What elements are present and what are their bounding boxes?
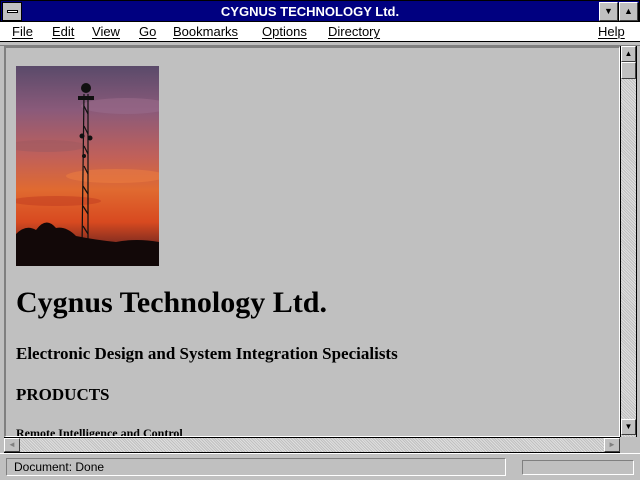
vertical-scrollbar[interactable]: ▲ ▼	[620, 46, 637, 437]
title-bar: CYGNUS TECHNOLOGY Ltd. ▼ ▲	[0, 0, 640, 22]
menu-edit[interactable]: Edit	[50, 23, 76, 41]
products-subheading: Remote Intelligence and Control	[16, 426, 183, 437]
page-title: Cygnus Technology Ltd.	[16, 286, 327, 319]
tower-photo	[16, 66, 159, 266]
scroll-right-icon[interactable]: ►	[604, 438, 620, 452]
scroll-up-icon[interactable]: ▲	[621, 46, 636, 62]
menu-view[interactable]: View	[90, 23, 122, 41]
maximize-icon[interactable]: ▲	[619, 2, 638, 21]
scroll-left-icon[interactable]: ◄	[4, 438, 20, 452]
menu-help[interactable]: Help	[596, 23, 627, 41]
minimize-icon[interactable]: ▼	[599, 2, 618, 21]
menu-go[interactable]: Go	[137, 23, 158, 41]
status-bar: Document: Done	[0, 453, 640, 480]
window-title: CYGNUS TECHNOLOGY Ltd.	[220, 4, 400, 19]
menu-directory[interactable]: Directory	[326, 23, 382, 41]
menu-options[interactable]: Options	[260, 23, 309, 41]
menu-bookmarks[interactable]: Bookmarks	[171, 23, 240, 41]
status-text: Document: Done	[6, 458, 506, 476]
document-view: Cygnus Technology Ltd. Electronic Design…	[4, 46, 620, 437]
status-progress-bar	[522, 460, 634, 475]
vertical-scroll-thumb[interactable]	[621, 62, 636, 79]
system-menu-icon[interactable]	[2, 2, 22, 21]
horizontal-scrollbar[interactable]: ◄ ►	[4, 437, 620, 453]
scroll-down-icon[interactable]: ▼	[621, 419, 636, 435]
products-heading: PRODUCTS	[16, 385, 110, 404]
page-tagline: Electronic Design and System Integration…	[16, 344, 398, 363]
system-menu-bar	[7, 10, 18, 13]
menu-file[interactable]: File	[10, 23, 35, 41]
menu-bar: File Edit View Go Bookmarks Options Dire…	[0, 22, 640, 42]
